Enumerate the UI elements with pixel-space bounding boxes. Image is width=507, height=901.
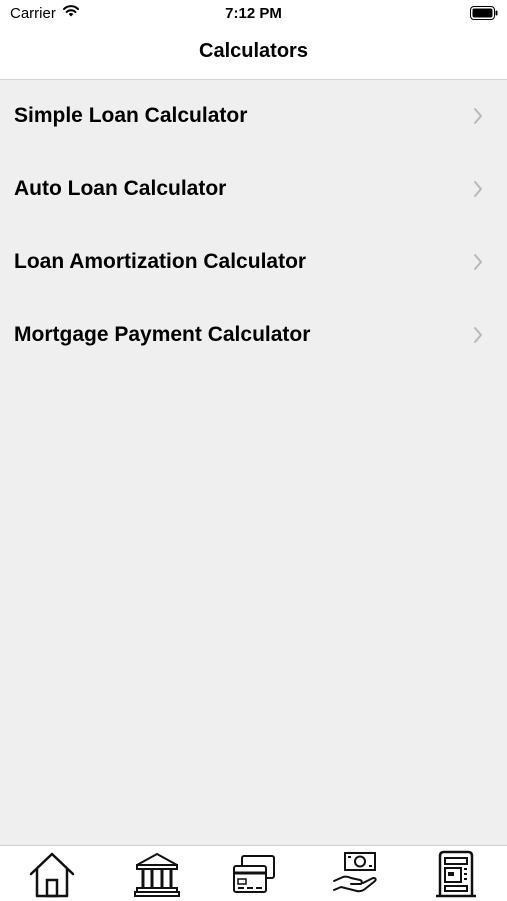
list-item-label: Simple Loan Calculator: [14, 104, 248, 127]
calculator-list: Simple Loan Calculator Auto Loan Calcula…: [0, 80, 507, 372]
chevron-right-icon: [474, 254, 482, 270]
chevron-right-icon: [474, 108, 482, 124]
tab-cards[interactable]: [229, 850, 279, 898]
home-icon: [29, 852, 75, 898]
list-item-auto-loan[interactable]: Auto Loan Calculator: [0, 153, 507, 226]
list-item-simple-loan[interactable]: Simple Loan Calculator: [0, 80, 507, 153]
list-item-loan-amortization[interactable]: Loan Amortization Calculator: [0, 226, 507, 299]
tab-bank[interactable]: [132, 850, 182, 898]
battery-icon: [470, 6, 498, 20]
status-bar: Carrier 7:12 PM: [0, 0, 507, 28]
money-hand-icon: [333, 852, 377, 893]
status-time: 7:12 PM: [225, 5, 282, 22]
tab-atm[interactable]: [431, 850, 481, 898]
navigation-bar: Calculators: [0, 28, 507, 80]
tab-home[interactable]: [27, 850, 77, 898]
list-item-label: Auto Loan Calculator: [14, 177, 227, 200]
list-item-label: Mortgage Payment Calculator: [14, 323, 311, 346]
bank-icon: [134, 853, 180, 897]
chevron-right-icon: [474, 181, 482, 197]
atm-icon: [436, 850, 476, 898]
credit-card-icon: [233, 855, 275, 893]
list-item-label: Loan Amortization Calculator: [14, 250, 307, 273]
chevron-right-icon: [474, 327, 482, 343]
page-title: Calculators: [199, 40, 308, 62]
tab-payments[interactable]: [330, 850, 380, 898]
tab-bar: [0, 845, 507, 901]
list-item-mortgage-payment[interactable]: Mortgage Payment Calculator: [0, 299, 507, 372]
